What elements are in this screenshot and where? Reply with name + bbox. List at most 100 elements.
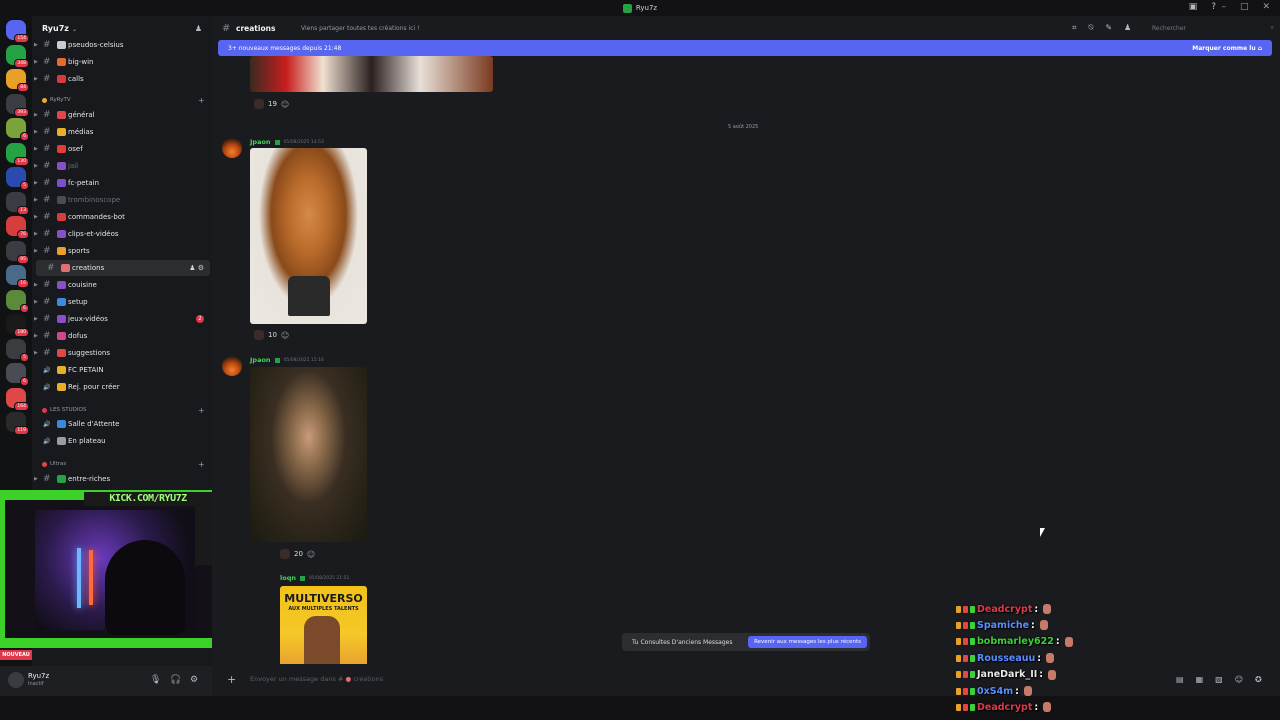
expand-icon[interactable]: ▶: [34, 299, 38, 305]
help-icon[interactable]: ?: [1211, 2, 1216, 12]
channel-item[interactable]: ▶ # jeux-vidéos 2: [32, 311, 212, 327]
apps-icon[interactable]: ✪: [1255, 675, 1262, 684]
channel-item[interactable]: ▶ # fc-petain: [32, 175, 212, 191]
new-messages-bar[interactable]: 3+ nouveaux messages depuis 21:48 Marque…: [218, 40, 1272, 56]
author-name[interactable]: loqn: [280, 574, 296, 582]
expand-icon[interactable]: ▶: [34, 146, 38, 152]
server-icon[interactable]: 180: [6, 314, 29, 337]
channel-item[interactable]: ▶ # commandes-bot: [32, 209, 212, 225]
members-icon[interactable]: ♟: [1124, 23, 1131, 33]
mark-as-read-button[interactable]: Marquer comme lu ⌂: [1192, 45, 1262, 52]
add-channel-icon[interactable]: +: [198, 96, 205, 105]
expand-icon[interactable]: ▶: [34, 76, 38, 82]
channel-item[interactable]: ▶ # couisine: [32, 277, 212, 293]
expand-icon[interactable]: ▶: [34, 316, 38, 322]
microphone-icon[interactable]: 🎙: [150, 675, 161, 685]
channel-settings-icon[interactable]: ♟ ⚙: [189, 264, 204, 272]
expand-icon[interactable]: ▶: [34, 282, 38, 288]
server-icon[interactable]: 154: [6, 20, 29, 43]
add-attachment-icon[interactable]: +: [227, 673, 236, 686]
add-member-icon[interactable]: ♟: [195, 24, 202, 33]
add-reaction-icon[interactable]: ☺: [281, 100, 289, 109]
add-channel-icon[interactable]: +: [198, 406, 205, 415]
add-reaction-icon[interactable]: ☺: [307, 550, 315, 559]
server-icon[interactable]: 164: [6, 387, 29, 411]
expand-icon[interactable]: ▶: [34, 333, 38, 339]
server-icon[interactable]: 5: [6, 167, 29, 190]
message-image[interactable]: [250, 56, 493, 92]
server-icon[interactable]: 393: [6, 93, 29, 117]
avatar[interactable]: [222, 356, 242, 376]
expand-icon[interactable]: ▶: [34, 180, 38, 186]
server-icon[interactable]: 6: [6, 363, 29, 386]
server-icon[interactable]: 5: [6, 338, 29, 362]
jump-to-present-button[interactable]: Revenir aux messages les plus récents: [748, 636, 867, 648]
expand-icon[interactable]: ▶: [34, 350, 38, 356]
channel-item[interactable]: ▶ # calls: [32, 71, 212, 87]
sticker-icon[interactable]: ▧: [1215, 675, 1223, 684]
expand-icon[interactable]: ▶: [34, 231, 38, 237]
headphones-icon[interactable]: 🎧: [170, 675, 181, 685]
add-channel-icon[interactable]: +: [198, 460, 205, 469]
voice-channel-item[interactable]: 🔊 En plateau: [32, 433, 212, 449]
close-icon[interactable]: ✕: [1262, 2, 1270, 12]
reaction[interactable]: 19 ☺: [254, 98, 289, 110]
server-icon[interactable]: 13: [6, 191, 29, 215]
search-input[interactable]: Rechercher ⌕: [1152, 21, 1274, 35]
channel-item[interactable]: ▶ # setup: [32, 294, 212, 310]
expand-icon[interactable]: ▶: [34, 129, 38, 135]
inbox-icon[interactable]: ▣: [1189, 2, 1198, 12]
emoji-icon[interactable]: ☺: [1235, 675, 1243, 684]
channel-item[interactable]: ▶ # osef: [32, 141, 212, 157]
avatar[interactable]: [222, 138, 242, 158]
message-composer[interactable]: + Envoyer un message dans # ● creations …: [218, 668, 1274, 690]
minimize-icon[interactable]: –: [1221, 2, 1226, 12]
expand-icon[interactable]: ▶: [34, 248, 38, 254]
message-image[interactable]: MULTIVERSO AUX MULTIPLES TALENTS: [280, 586, 367, 664]
author-name[interactable]: Jpaon: [250, 356, 271, 364]
voice-channel-item[interactable]: 🔊 FC PETAIN: [32, 362, 212, 378]
server-icon[interactable]: 348: [6, 44, 29, 68]
gift-icon[interactable]: ▤: [1176, 675, 1184, 684]
expand-icon[interactable]: ▶: [34, 59, 38, 65]
avatar[interactable]: [8, 672, 24, 688]
server-icon[interactable]: 84: [6, 69, 29, 92]
expand-icon[interactable]: ▶: [34, 476, 38, 482]
channel-item[interactable]: ▶ # clips-et-vidéos: [32, 226, 212, 242]
gear-icon[interactable]: ⚙: [190, 675, 198, 685]
server-icon[interactable]: 6: [6, 118, 29, 141]
pin-icon[interactable]: ✎: [1105, 23, 1112, 33]
voice-channel-item[interactable]: 🔊 Salle d'Attente: [32, 416, 212, 432]
expand-icon[interactable]: ▶: [34, 163, 38, 169]
channel-item[interactable]: ▶ # sports: [32, 243, 212, 259]
channel-item[interactable]: ▶ # entre-riches: [32, 471, 212, 487]
channel-item[interactable]: ▶ # médias: [32, 124, 212, 140]
channel-item[interactable]: ▶ # général: [32, 107, 212, 123]
server-icon[interactable]: 119: [6, 412, 29, 435]
message-image[interactable]: [250, 148, 367, 324]
expand-icon[interactable]: ▶: [34, 42, 38, 48]
server-icon[interactable]: 95: [6, 240, 29, 264]
mute-icon[interactable]: ⍉: [1089, 23, 1094, 33]
server-icon[interactable]: 16: [6, 265, 29, 288]
channel-item[interactable]: ▶ # dofus: [32, 328, 212, 344]
message-image[interactable]: [250, 367, 367, 542]
threads-icon[interactable]: ⌗: [1072, 23, 1077, 33]
channel-item[interactable]: ▶ # pseudos-celsius: [32, 37, 212, 53]
channel-item[interactable]: ▶ # jail: [32, 158, 212, 174]
add-reaction-icon[interactable]: ☺: [281, 331, 289, 340]
channel-item[interactable]: ▶ # big-win: [32, 54, 212, 70]
expand-icon[interactable]: ▶: [34, 197, 38, 203]
author-name[interactable]: Jpaon: [250, 138, 271, 146]
category-header[interactable]: Ultras +: [42, 460, 205, 469]
category-header[interactable]: LES STUDIOS +: [42, 406, 205, 415]
channel-item[interactable]: # creations ♟ ⚙: [36, 260, 210, 276]
maximize-icon[interactable]: □: [1240, 2, 1249, 12]
category-header[interactable]: RyRyTV +: [42, 96, 205, 105]
gif-icon[interactable]: ▦: [1196, 675, 1204, 684]
expand-icon[interactable]: ▶: [34, 112, 38, 118]
reaction[interactable]: 20 ☺: [280, 548, 315, 560]
server-icon[interactable]: 6: [6, 289, 29, 313]
server-icon[interactable]: 76: [6, 216, 29, 239]
server-icon[interactable]: 130: [6, 142, 29, 166]
